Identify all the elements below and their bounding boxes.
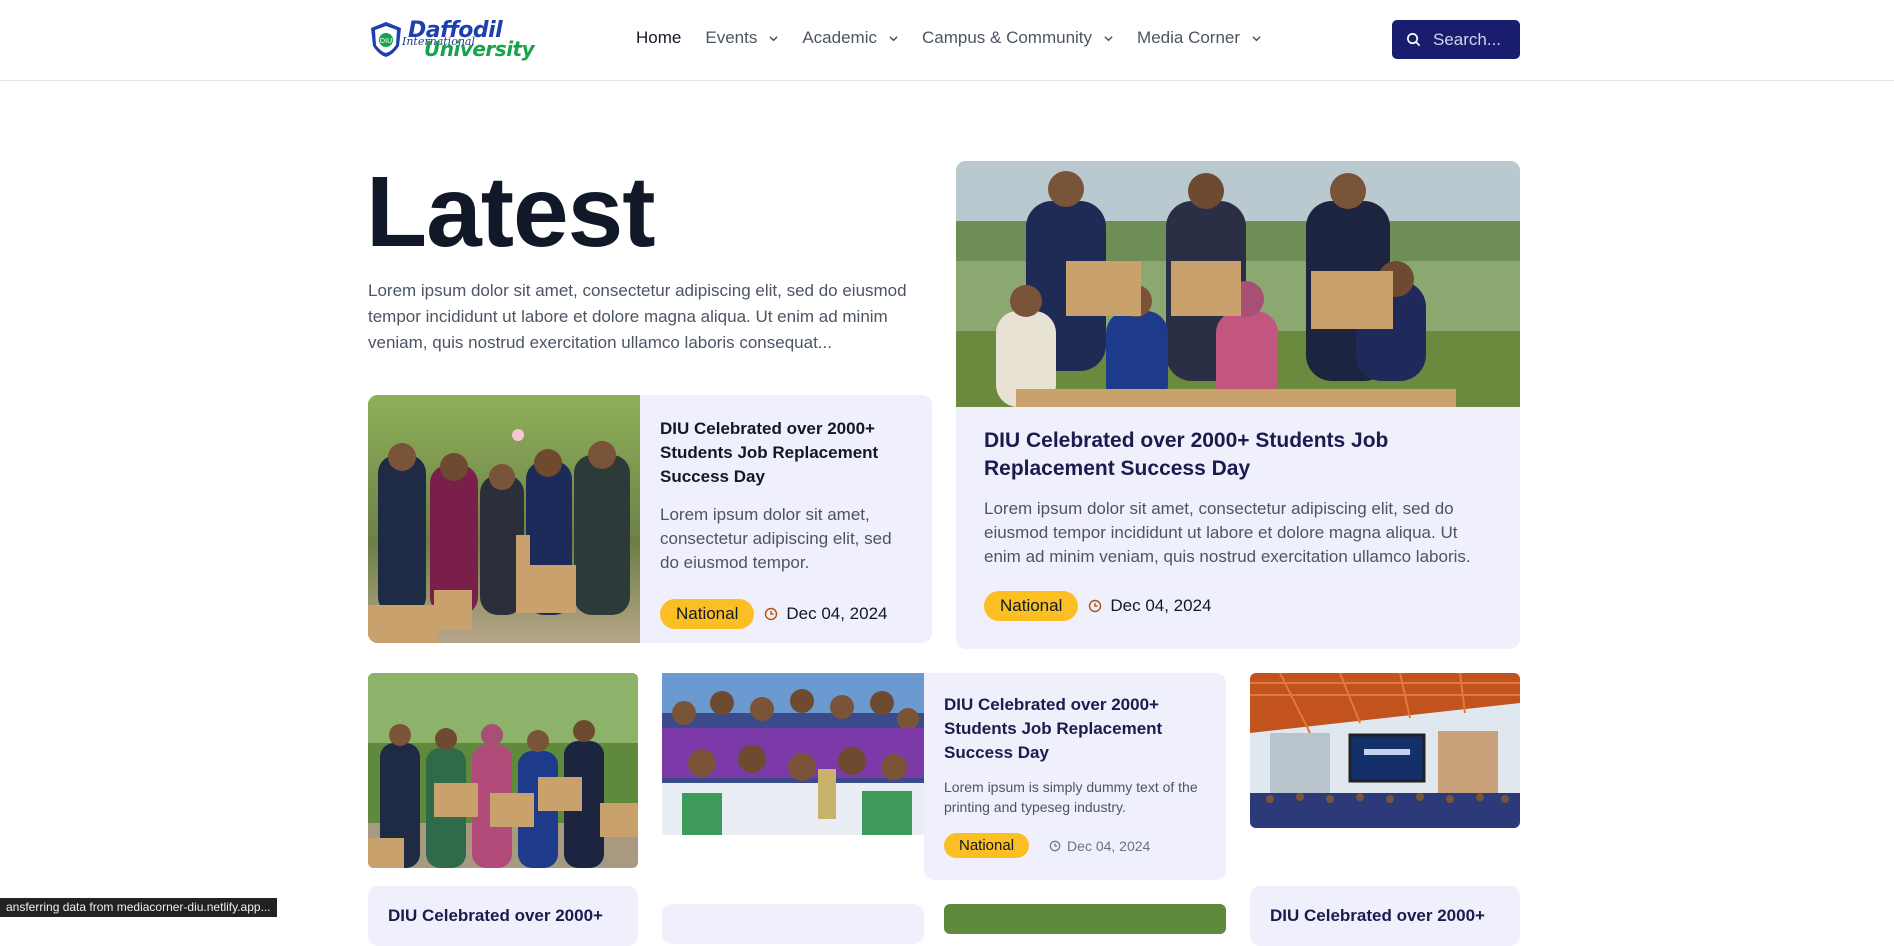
- search-icon: [1407, 33, 1421, 47]
- search-label: Search...: [1433, 29, 1502, 49]
- chevron-down-icon: [1104, 35, 1113, 41]
- page-intro: Lorem ipsum dolor sit amet, consectetur …: [368, 281, 907, 352]
- category-badge[interactable]: National: [660, 599, 755, 629]
- clock-icon: [1089, 599, 1102, 613]
- article-image: [368, 395, 640, 643]
- nav-label: Media Corner: [1137, 28, 1241, 47]
- page-title: Latest: [366, 156, 656, 268]
- article-excerpt: Lorem ipsum dolor sit amet, consectetur …: [660, 505, 892, 572]
- article-card-bottom-left[interactable]: DIU Celebrated over 2000+: [368, 886, 638, 946]
- nav-label: Campus & Community: [921, 28, 1093, 47]
- nav-item-campus-community[interactable]: Campus & Community: [922, 28, 1113, 48]
- date-text: Dec 04, 2024: [786, 604, 888, 623]
- date-meta: Dec 04, 2024: [764, 604, 888, 624]
- chevron-down-icon: [769, 35, 778, 41]
- article-title[interactable]: DIU Celebrated over 2000+ Students Job R…: [984, 427, 1494, 483]
- date-text: Dec 04, 2024: [1067, 837, 1151, 854]
- clock-icon: [765, 607, 778, 621]
- article-card-bottom-middle[interactable]: [662, 904, 924, 944]
- article-excerpt: Lorem ipsum is simply dummy text of the …: [944, 779, 1198, 815]
- article-card-bottom-right[interactable]: DIU Celebrated over 2000+: [1250, 886, 1520, 946]
- category-badge[interactable]: National: [984, 591, 1079, 621]
- chevron-down-icon: [889, 35, 898, 41]
- article-image-grid-3[interactable]: [1250, 673, 1520, 828]
- date-meta: Dec 04, 2024: [1049, 838, 1150, 854]
- nav-label: Events: [705, 28, 758, 47]
- chevron-down-icon: [1252, 35, 1261, 41]
- article-image: [956, 161, 1520, 407]
- article-title[interactable]: DIU Celebrated over 2000+ Students Job R…: [660, 417, 915, 489]
- browser-status-bar: ansferring data from mediacorner-diu.net…: [0, 898, 277, 917]
- nav-item-events[interactable]: Events: [705, 28, 778, 48]
- article-image-grid-2[interactable]: [662, 673, 924, 835]
- nav-label: Academic: [802, 28, 877, 47]
- logo-university: University: [424, 37, 535, 61]
- logo[interactable]: DIU Daffodil International University: [368, 18, 535, 61]
- nav-item-home[interactable]: Home: [636, 28, 681, 48]
- article-excerpt: Lorem ipsum dolor sit amet, consectetur …: [984, 499, 1471, 566]
- search-button[interactable]: Search...: [1392, 20, 1520, 59]
- article-card-small-feature[interactable]: DIU Celebrated over 2000+ Students Job R…: [368, 395, 932, 643]
- article-image-bottom[interactable]: [944, 904, 1226, 934]
- article-card-grid-text[interactable]: DIU Celebrated over 2000+ Students Job R…: [924, 673, 1226, 880]
- article-title[interactable]: DIU Celebrated over 2000+: [388, 906, 603, 926]
- date-meta: Dec 04, 2024: [1088, 596, 1212, 616]
- article-title[interactable]: DIU Celebrated over 2000+: [1270, 906, 1485, 926]
- site-header: DIU Daffodil International University Ho…: [0, 0, 1894, 81]
- article-image-grid-1[interactable]: [368, 673, 638, 868]
- svg-text:DIU: DIU: [380, 37, 393, 45]
- main-nav: Home Events Academic Campus & Community …: [636, 28, 1261, 48]
- category-badge[interactable]: National: [944, 833, 1030, 858]
- article-card-big-feature[interactable]: DIU Celebrated over 2000+ Students Job R…: [956, 161, 1520, 649]
- shield-logo-icon: DIU: [371, 22, 401, 57]
- article-title[interactable]: DIU Celebrated over 2000+ Students Job R…: [944, 693, 1214, 765]
- nav-item-academic[interactable]: Academic: [802, 28, 898, 48]
- clock-icon: [1049, 840, 1061, 851]
- date-text: Dec 04, 2024: [1110, 596, 1212, 615]
- nav-label: Home: [636, 28, 682, 47]
- nav-item-media-corner[interactable]: Media Corner: [1137, 28, 1261, 48]
